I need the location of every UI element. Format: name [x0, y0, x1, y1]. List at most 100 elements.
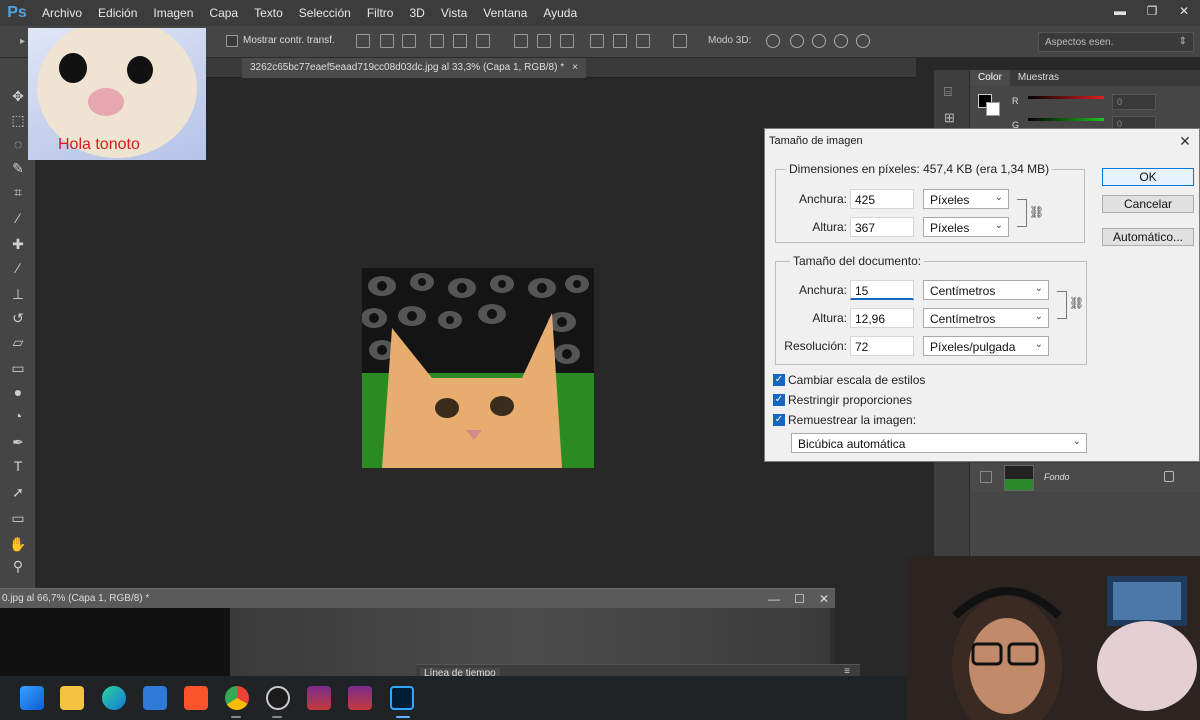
g-slider[interactable] — [1028, 118, 1104, 121]
menu-capa[interactable]: Capa — [201, 0, 246, 26]
show-transform-checkbox[interactable] — [226, 35, 238, 47]
r-value[interactable]: 0 — [1112, 94, 1156, 110]
align-vcenter-icon[interactable] — [380, 34, 394, 48]
zoom-tool-icon[interactable]: ⚲ — [8, 556, 28, 576]
photoshop-taskbar-icon[interactable] — [390, 686, 414, 710]
windows-start-icon[interactable] — [20, 686, 44, 710]
chevron-down-icon: ⌄ — [1034, 283, 1043, 294]
px-width-unit-select[interactable]: Píxeles ⌄ — [923, 189, 1009, 209]
doc-width-unit-select[interactable]: Centímetros ⌄ — [923, 280, 1049, 300]
distribute-vcenter-icon[interactable] — [537, 34, 551, 48]
dodge-tool-icon[interactable]: ◔ — [8, 406, 28, 426]
lasso-tool-icon[interactable]: ◌ — [8, 134, 28, 154]
drag-3d-icon[interactable] — [812, 34, 826, 48]
winrar-icon[interactable] — [307, 686, 331, 710]
brave-icon[interactable] — [184, 686, 208, 710]
eraser-tool-icon[interactable]: ▱ — [8, 332, 28, 352]
scale-styles-checkbox[interactable]: ✓ Cambiar escala de estilos — [773, 372, 925, 388]
ok-button[interactable]: OK — [1102, 168, 1194, 186]
obs-icon[interactable] — [266, 686, 290, 710]
blur-tool-icon[interactable]: ● — [8, 382, 28, 402]
close-icon[interactable]: ✕ — [1168, 0, 1200, 22]
resample-checkbox[interactable]: ✓ Remuestrear la imagen: — [773, 412, 916, 428]
layer-row[interactable]: Fondo — [970, 462, 1200, 492]
px-width-input[interactable]: 425 — [850, 189, 914, 209]
roll-3d-icon[interactable] — [790, 34, 804, 48]
hand-tool-icon[interactable]: ✋ — [8, 534, 28, 554]
px-height-input[interactable]: 367 — [850, 217, 914, 237]
background-color-swatch[interactable] — [986, 102, 1000, 116]
px-height-unit-select[interactable]: Píxeles ⌄ — [923, 217, 1009, 237]
minimize-icon[interactable]: — — [768, 589, 780, 609]
history-panel-icon[interactable]: ⌸ — [944, 84, 952, 100]
brush-tool-icon[interactable]: ∕ — [8, 258, 28, 278]
document-tab[interactable]: 3262c65bc77eaef5eaad719cc08d03dc.jpg al … — [242, 58, 586, 78]
doc-height-input[interactable]: 12,96 — [850, 308, 914, 328]
rectangle-tool-icon[interactable]: ▭ — [8, 508, 28, 528]
align-left-icon[interactable] — [430, 34, 444, 48]
menu-ventana[interactable]: Ventana — [475, 0, 535, 26]
tab-color[interactable]: Color — [970, 70, 1010, 86]
restore-icon[interactable]: ❐ — [1136, 0, 1168, 22]
type-tool-icon[interactable]: T — [8, 456, 28, 476]
properties-panel-icon[interactable]: ⊞ — [944, 110, 955, 126]
resample-method-select[interactable]: Bicúbica automática ⌄ — [791, 433, 1087, 453]
align-hcenter-icon[interactable] — [453, 34, 467, 48]
close-icon[interactable]: × — [572, 58, 578, 78]
menu-vista[interactable]: Vista — [433, 0, 475, 26]
rotate-3d-icon[interactable] — [766, 34, 780, 48]
crop-tool-icon[interactable]: ⌗ — [8, 182, 28, 202]
close-icon[interactable]: ✕ — [819, 589, 829, 609]
workspace-select[interactable]: Aspectos esen. ⇕ — [1038, 32, 1194, 52]
slide-3d-icon[interactable] — [834, 34, 848, 48]
menu-filtro[interactable]: Filtro — [359, 0, 402, 26]
menu-seleccion[interactable]: Selección — [291, 0, 359, 26]
doc-width-input[interactable]: 15 — [850, 280, 914, 300]
history-brush-icon[interactable]: ↺ — [8, 308, 28, 328]
close-icon[interactable]: ✕ — [1175, 131, 1195, 151]
align-top-icon[interactable] — [356, 34, 370, 48]
winrar-2-icon[interactable] — [348, 686, 372, 710]
store-icon[interactable] — [143, 686, 167, 710]
menu-archivo[interactable]: Archivo — [34, 0, 90, 26]
auto-button[interactable]: Automático... — [1102, 228, 1194, 246]
tab-muestras[interactable]: Muestras — [1010, 70, 1067, 86]
chrome-icon[interactable] — [225, 686, 249, 710]
auto-align-icon[interactable] — [673, 34, 687, 48]
pen-tool-icon[interactable]: ✒ — [8, 432, 28, 452]
distribute-top-icon[interactable] — [514, 34, 528, 48]
canvas-image[interactable] — [362, 268, 594, 468]
distribute-bottom-icon[interactable] — [560, 34, 574, 48]
clone-stamp-icon[interactable]: ⊥ — [8, 284, 28, 304]
cancel-button[interactable]: Cancelar — [1102, 195, 1194, 213]
move-tool-icon[interactable]: ✥ — [8, 86, 28, 106]
scale-3d-icon[interactable] — [856, 34, 870, 48]
menu-imagen[interactable]: Imagen — [145, 0, 201, 26]
align-right-icon[interactable] — [476, 34, 490, 48]
minimize-icon[interactable]: ▬ — [1104, 0, 1136, 22]
r-slider[interactable] — [1028, 96, 1104, 99]
marquee-tool-icon[interactable]: ⬚ — [8, 110, 28, 130]
distribute-hcenter-icon[interactable] — [613, 34, 627, 48]
menu-edicion[interactable]: Edición — [90, 0, 145, 26]
resolution-unit-select[interactable]: Píxeles/pulgada ⌄ — [923, 336, 1049, 356]
constrain-proportions-checkbox[interactable]: ✓ Restringir proporciones — [773, 392, 912, 408]
distribute-right-icon[interactable] — [636, 34, 650, 48]
distribute-left-icon[interactable] — [590, 34, 604, 48]
restore-icon[interactable]: ☐ — [794, 589, 805, 609]
layer-visibility-toggle[interactable] — [980, 471, 992, 483]
resolution-input[interactable]: 72 — [850, 336, 914, 356]
healing-brush-icon[interactable]: ✚ — [8, 234, 28, 254]
eyedropper-tool-icon[interactable]: ⁄ — [8, 208, 28, 228]
menu-ayuda[interactable]: Ayuda — [535, 0, 585, 26]
align-bottom-icon[interactable] — [402, 34, 416, 48]
move-tool-icon[interactable]: ▸ — [20, 36, 25, 47]
file-explorer-icon[interactable] — [60, 686, 84, 710]
edge-icon[interactable] — [102, 686, 126, 710]
menu-3d[interactable]: 3D — [401, 0, 432, 26]
path-select-icon[interactable]: ➚ — [8, 482, 28, 502]
gradient-tool-icon[interactable]: ▭ — [8, 358, 28, 378]
menu-texto[interactable]: Texto — [246, 0, 291, 26]
quick-select-tool-icon[interactable]: ✎ — [8, 158, 28, 178]
doc-height-unit-select[interactable]: Centímetros ⌄ — [923, 308, 1049, 328]
